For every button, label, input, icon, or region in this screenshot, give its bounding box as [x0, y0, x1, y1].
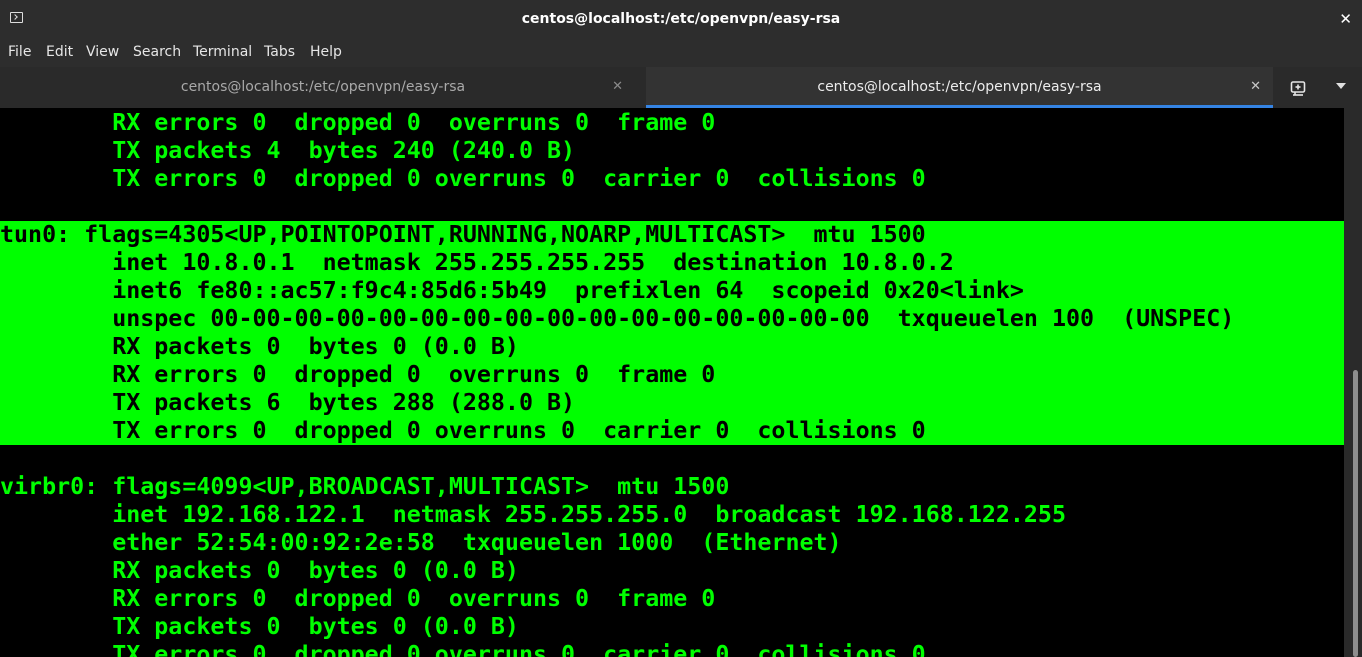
- menu-tabs[interactable]: Tabs: [264, 38, 295, 67]
- terminal-line: inet 192.168.122.1 netmask 255.255.255.0…: [0, 501, 1066, 528]
- terminal-line: RX errors 0 dropped 0 overruns 0 frame 0: [0, 585, 716, 612]
- terminal-line: TX errors 0 dropped 0 overruns 0 carrier…: [0, 417, 1344, 445]
- terminal-line: inet 10.8.0.1 netmask 255.255.255.255 de…: [0, 249, 1344, 277]
- menu-view[interactable]: View: [86, 38, 119, 67]
- tab-bar: centos@localhost:/etc/openvpn/easy-rsa ✕…: [0, 67, 1362, 108]
- terminal-line: inet6 fe80::ac57:f9c4:85d6:5b49 prefixle…: [0, 277, 1344, 305]
- close-tab-icon[interactable]: ✕: [1250, 67, 1261, 107]
- tab-label: centos@localhost:/etc/openvpn/easy-rsa: [817, 79, 1102, 95]
- close-tab-icon[interactable]: ✕: [612, 67, 623, 107]
- menu-search[interactable]: Search: [133, 38, 181, 67]
- menu-file[interactable]: File: [8, 38, 31, 67]
- new-tab-icon[interactable]: [1290, 79, 1320, 97]
- scrollbar-thumb[interactable]: [1353, 370, 1358, 657]
- window-title: centos@localhost:/etc/openvpn/easy-rsa: [521, 11, 841, 27]
- terminal-line: virbr0: flags=4099<UP,BROADCAST,MULTICAS…: [0, 473, 730, 500]
- terminal-line: TX packets 6 bytes 288 (288.0 B): [0, 389, 1344, 417]
- title-bar: centos@localhost:/etc/openvpn/easy-rsa ✕: [0, 0, 1362, 38]
- terminal-line: RX packets 0 bytes 0 (0.0 B): [0, 333, 1344, 361]
- chevron-down-icon[interactable]: [1336, 83, 1346, 89]
- menu-edit[interactable]: Edit: [46, 38, 73, 67]
- terminal-line: TX packets 4 bytes 240 (240.0 B): [0, 137, 576, 164]
- scrollbar[interactable]: [1344, 108, 1362, 657]
- terminal-line: RX errors 0 dropped 0 overruns 0 frame 0: [0, 109, 716, 136]
- tab-terminal-1[interactable]: centos@localhost:/etc/openvpn/easy-rsa ✕: [0, 67, 646, 108]
- terminal-line: tun0: flags=4305<UP,POINTOPOINT,RUNNING,…: [0, 221, 1344, 249]
- menu-help[interactable]: Help: [310, 38, 342, 67]
- terminal-line: RX packets 0 bytes 0 (0.0 B): [0, 557, 519, 584]
- terminal-output[interactable]: RX errors 0 dropped 0 overruns 0 frame 0…: [0, 108, 1344, 657]
- terminal-line: RX errors 0 dropped 0 overruns 0 frame 0: [0, 361, 1344, 389]
- terminal-line: ether 52:54:00:92:2e:58 txqueuelen 1000 …: [0, 529, 842, 556]
- menu-bar: File Edit View Search Terminal Tabs Help: [0, 38, 1362, 67]
- menu-terminal[interactable]: Terminal: [193, 38, 252, 67]
- terminal-line: TX errors 0 dropped 0 overruns 0 carrier…: [0, 165, 926, 192]
- tab-label: centos@localhost:/etc/openvpn/easy-rsa: [180, 79, 466, 95]
- terminal-line: TX errors 0 dropped 0 overruns 0 carrier…: [0, 641, 926, 657]
- close-icon[interactable]: ✕: [1339, 0, 1352, 38]
- terminal-line: unspec 00-00-00-00-00-00-00-00-00-00-00-…: [0, 305, 1344, 333]
- terminal-line: TX packets 0 bytes 0 (0.0 B): [0, 613, 519, 640]
- tab-terminal-2[interactable]: centos@localhost:/etc/openvpn/easy-rsa ✕: [646, 67, 1273, 108]
